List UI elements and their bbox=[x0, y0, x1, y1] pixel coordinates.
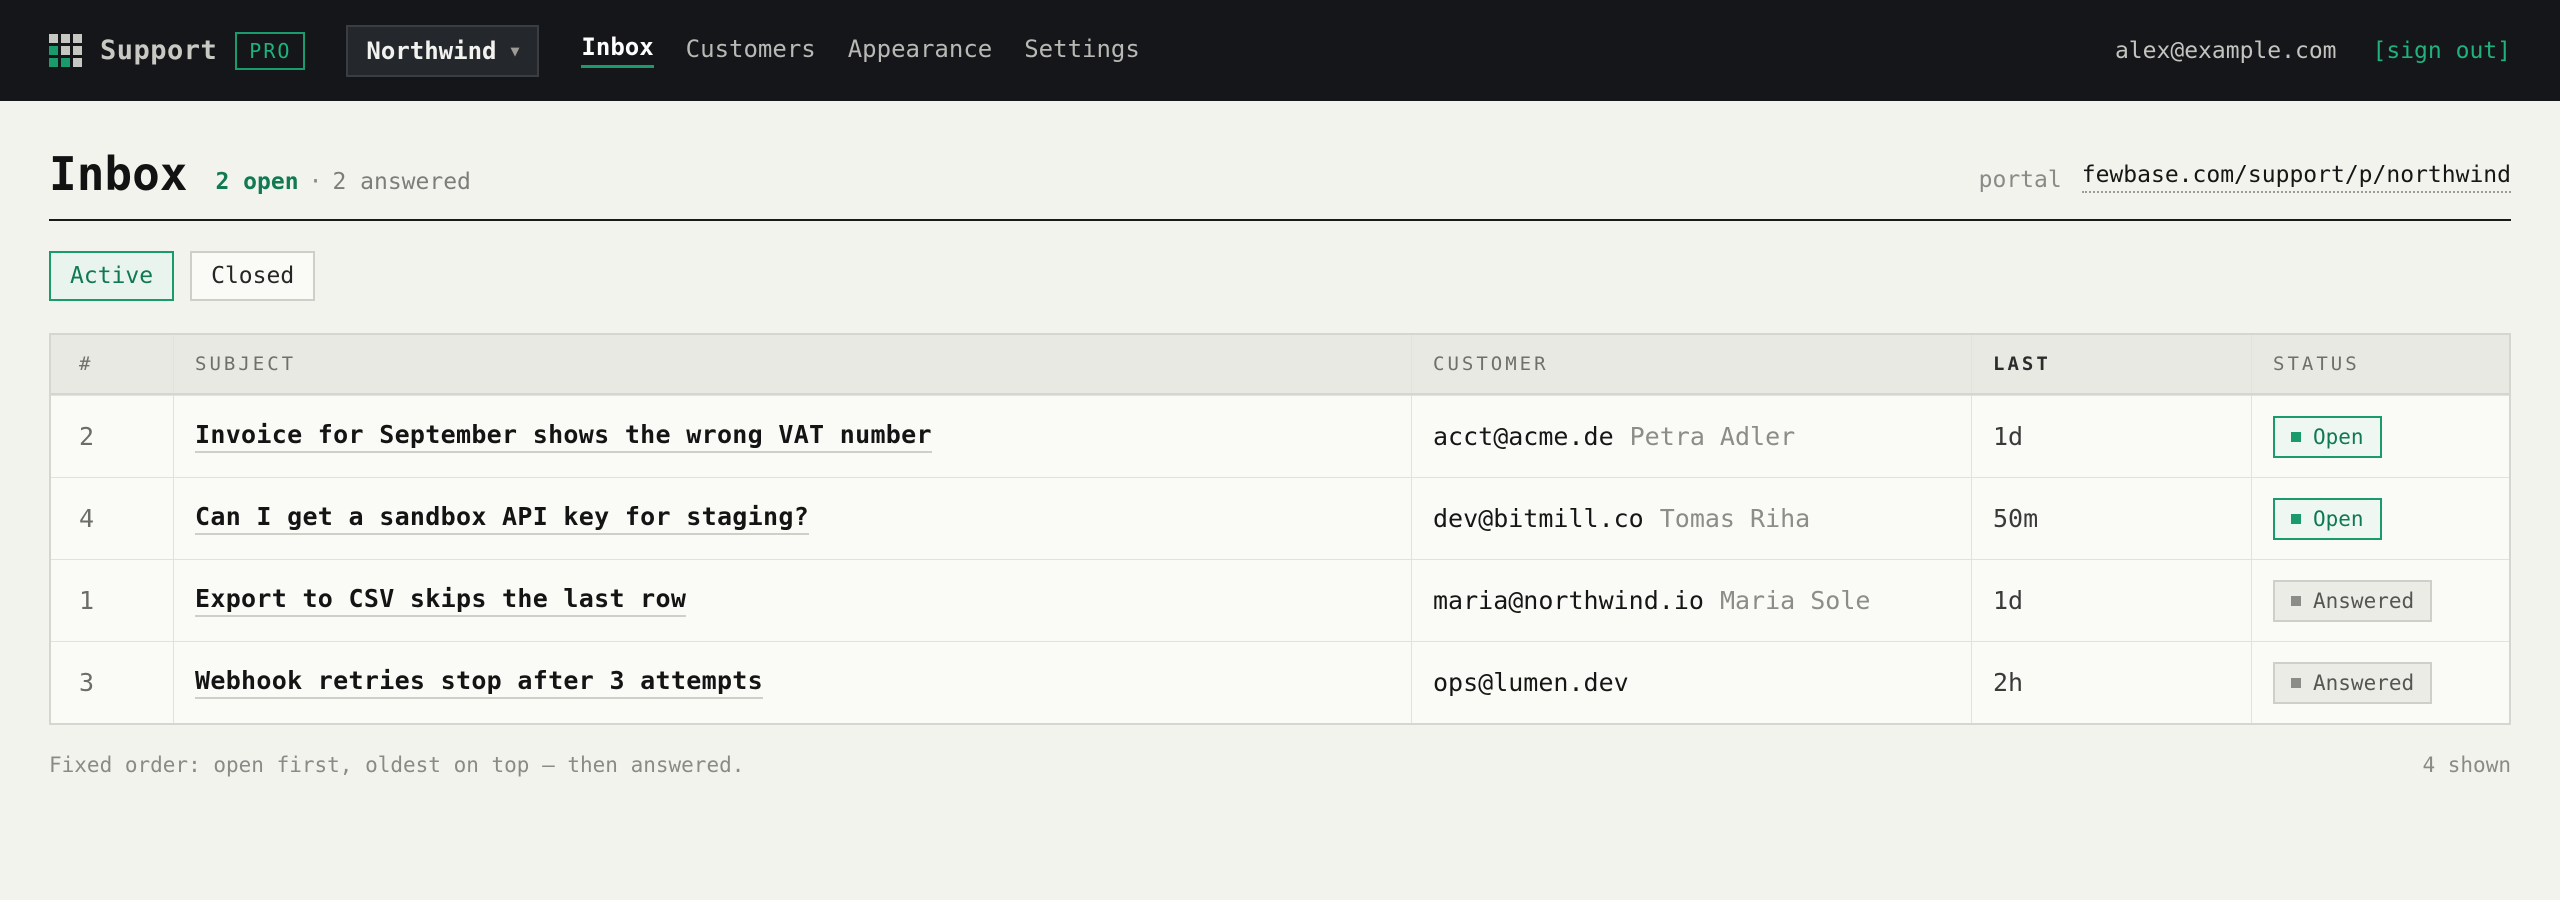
status-badge: Open bbox=[2273, 497, 2382, 540]
order-note: Fixed order: open first, oldest on top —… bbox=[49, 753, 745, 777]
status-badge: Answered bbox=[2273, 661, 2433, 704]
main-content: Inbox 2 open · 2 answered portal fewbase.c… bbox=[0, 101, 2560, 777]
customer-name: Petra Adler bbox=[1629, 422, 1796, 451]
ticket-subject-cell: Webhook retries stop after 3 attempts bbox=[174, 642, 1412, 723]
table-row[interactable]: 3 Webhook retries stop after 3 attempts … bbox=[51, 641, 2509, 723]
ticket-subject-cell: Invoice for September shows the wrong VA… bbox=[174, 396, 1412, 477]
ticket-counts: 2 open · 2 answered bbox=[215, 169, 470, 195]
nav-settings[interactable]: Settings bbox=[1024, 35, 1140, 67]
status-label: Answered bbox=[2313, 588, 2415, 613]
nav-inbox[interactable]: Inbox bbox=[581, 33, 654, 68]
ticket-subject-link[interactable]: Invoice for September shows the wrong VA… bbox=[195, 420, 932, 453]
table-header: # SUBJECT CUSTOMER LAST STATUS bbox=[51, 335, 2509, 395]
status-cell: Open bbox=[2252, 478, 2509, 559]
last-activity: 1d bbox=[1972, 560, 2252, 641]
customer-cell: maria@northwind.io Maria Sole bbox=[1412, 560, 1972, 641]
status-dot-icon bbox=[2291, 595, 2301, 606]
customer-name: Maria Sole bbox=[1719, 586, 1871, 615]
ticket-number: 3 bbox=[51, 642, 174, 723]
last-activity: 1d bbox=[1972, 396, 2252, 477]
top-bar: Support PRO Northwind ▼ Inbox Customers … bbox=[0, 0, 2560, 101]
brand[interactable]: Support PRO bbox=[49, 31, 306, 70]
customer-email: acct@acme.de bbox=[1433, 422, 1614, 451]
table-footer: Fixed order: open first, oldest on top —… bbox=[49, 753, 2511, 777]
portal-label: portal bbox=[1978, 167, 2062, 193]
customer-cell: acct@acme.de Petra Adler bbox=[1412, 396, 1972, 477]
ticket-number: 2 bbox=[51, 396, 174, 477]
table-row[interactable]: 2 Invoice for September shows the wrong … bbox=[51, 395, 2509, 477]
tickets-table: # SUBJECT CUSTOMER LAST STATUS 2 Invoice… bbox=[49, 333, 2511, 725]
customer-email: ops@lumen.dev bbox=[1433, 668, 1629, 697]
status-cell: Answered bbox=[2252, 560, 2509, 641]
last-activity-value: 2h bbox=[1993, 668, 2024, 697]
answered-count: 2 answered bbox=[332, 169, 471, 195]
last-activity: 50m bbox=[1972, 478, 2252, 559]
status-dot-icon bbox=[2291, 431, 2301, 442]
last-activity-value: 1d bbox=[1993, 586, 2024, 615]
count-separator: · bbox=[308, 169, 323, 195]
chevron-down-icon: ▼ bbox=[510, 41, 520, 60]
org-select-value: Northwind bbox=[366, 36, 497, 65]
status-dot-icon bbox=[2291, 513, 2301, 524]
column-header-customer: CUSTOMER bbox=[1412, 335, 1972, 393]
filter-tabs: Active Closed bbox=[49, 251, 2511, 301]
column-header-status: STATUS bbox=[2273, 353, 2360, 375]
table-row[interactable]: 1 Export to CSV skips the last row maria… bbox=[51, 559, 2509, 641]
status-label: Open bbox=[2313, 506, 2364, 531]
portal-info: portal fewbase.com/support/p/northwind bbox=[1979, 162, 2511, 193]
ticket-subject-cell: Can I get a sandbox API key for staging? bbox=[174, 478, 1412, 559]
title-row: Inbox 2 open · 2 answered portal fewbase.c… bbox=[49, 101, 2511, 221]
customer-name: Tomas Riha bbox=[1659, 504, 1811, 533]
org-select[interactable]: Northwind ▼ bbox=[346, 24, 540, 77]
last-activity-value: 50m bbox=[1993, 504, 2039, 533]
status-label: Answered bbox=[2313, 670, 2415, 695]
status-cell: Answered bbox=[2252, 642, 2509, 723]
ticket-subject-link[interactable]: Export to CSV skips the last row bbox=[195, 584, 687, 617]
nav-appearance[interactable]: Appearance bbox=[848, 35, 993, 67]
portal-url-link[interactable]: fewbase.com/support/p/northwind bbox=[2081, 162, 2511, 193]
user-area: alex@example.com [sign out] bbox=[2115, 38, 2511, 64]
brand-name: Support bbox=[100, 35, 218, 66]
status-badge: Answered bbox=[2273, 579, 2433, 622]
last-activity-value: 1d bbox=[1993, 422, 2024, 451]
status-badge: Open bbox=[2273, 415, 2382, 458]
column-header-subject: SUBJECT bbox=[174, 335, 1412, 393]
column-header-last[interactable]: LAST bbox=[1972, 335, 2252, 393]
customer-email: dev@bitmill.co bbox=[1433, 504, 1644, 533]
sign-out-link[interactable]: [sign out] bbox=[2373, 38, 2511, 64]
ticket-subject-cell: Export to CSV skips the last row bbox=[174, 560, 1412, 641]
ticket-subject-link[interactable]: Webhook retries stop after 3 attempts bbox=[195, 666, 763, 699]
app-grid-icon bbox=[49, 34, 82, 67]
status-cell: Open bbox=[2252, 396, 2509, 477]
status-label: Open bbox=[2313, 424, 2364, 449]
tab-closed[interactable]: Closed bbox=[190, 251, 316, 301]
customer-cell: ops@lumen.dev bbox=[1412, 642, 1972, 723]
status-dot-icon bbox=[2291, 677, 2301, 688]
ticket-subject-link[interactable]: Can I get a sandbox API key for staging? bbox=[195, 502, 810, 535]
user-email: alex@example.com bbox=[2114, 37, 2337, 64]
ticket-number: 1 bbox=[51, 560, 174, 641]
ticket-number: 4 bbox=[51, 478, 174, 559]
nav-customers[interactable]: Customers bbox=[686, 35, 816, 67]
pro-badge: PRO bbox=[235, 31, 306, 70]
table-row[interactable]: 4 Can I get a sandbox API key for stagin… bbox=[51, 477, 2509, 559]
customer-email: maria@northwind.io bbox=[1433, 586, 1704, 615]
column-header-number: # bbox=[51, 335, 174, 393]
open-count: 2 open bbox=[215, 169, 299, 195]
customer-cell: dev@bitmill.co Tomas Riha bbox=[1412, 478, 1972, 559]
tab-active[interactable]: Active bbox=[49, 251, 175, 301]
page-title: Inbox bbox=[49, 147, 188, 201]
main-nav: Inbox Customers Appearance Settings bbox=[581, 0, 1171, 101]
last-activity: 2h bbox=[1972, 642, 2252, 723]
shown-count: 4 shown bbox=[2422, 753, 2511, 777]
